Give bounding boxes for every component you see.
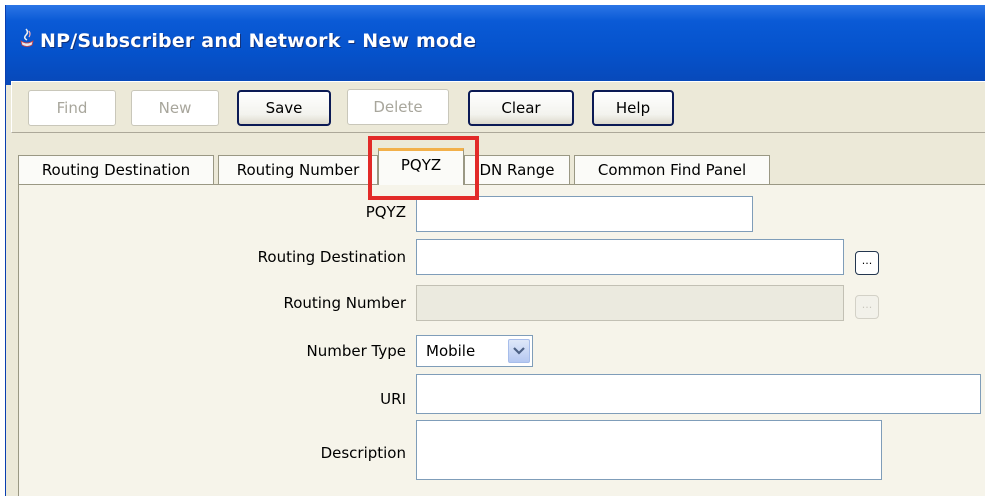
tab-dn-range[interactable]: DN Range	[464, 155, 570, 184]
routing-destination-label: Routing Destination	[257, 248, 406, 266]
uri-label: URI	[380, 390, 406, 408]
tab-routing-destination[interactable]: Routing Destination	[18, 155, 214, 184]
number-type-value: Mobile	[426, 342, 476, 360]
toolbar: Find New Save Delete Clear Help	[11, 81, 985, 133]
title-bar[interactable]: NP/Subscriber and Network - New mode	[6, 5, 985, 85]
clear-button[interactable]: Clear	[468, 90, 574, 126]
pqyz-tab-panel: PQYZ Routing Destination ... Routing Num…	[18, 184, 985, 496]
uri-input[interactable]	[416, 374, 981, 414]
routing-destination-browse-button[interactable]: ...	[855, 251, 879, 275]
number-type-select[interactable]: Mobile	[416, 335, 533, 367]
number-type-label: Number Type	[306, 342, 406, 360]
new-button[interactable]: New	[131, 90, 219, 126]
find-button[interactable]: Find	[28, 90, 116, 126]
save-button[interactable]: Save	[237, 90, 331, 126]
routing-number-browse-button[interactable]: ...	[855, 295, 879, 319]
chevron-down-glyph	[513, 347, 525, 355]
java-cup-icon	[20, 28, 34, 47]
chevron-down-icon[interactable]	[508, 339, 530, 363]
tab-common-find-panel[interactable]: Common Find Panel	[574, 155, 770, 184]
pqyz-label: PQYZ	[365, 203, 406, 221]
routing-number-label: Routing Number	[283, 294, 406, 312]
tab-routing-number[interactable]: Routing Number	[218, 155, 378, 184]
app-window: NP/Subscriber and Network - New mode Fin…	[5, 5, 985, 496]
window-title: NP/Subscriber and Network - New mode	[40, 30, 477, 52]
routing-destination-input[interactable]	[416, 239, 844, 275]
tab-bar: Routing Destination Routing Number PQYZ …	[6, 148, 985, 185]
description-label: Description	[320, 444, 406, 462]
help-button[interactable]: Help	[592, 90, 674, 126]
delete-button[interactable]: Delete	[347, 89, 449, 125]
description-textarea[interactable]	[416, 420, 882, 480]
pqyz-tab-highlight	[368, 136, 479, 200]
pqyz-input[interactable]	[416, 196, 753, 232]
routing-number-input[interactable]	[416, 285, 844, 321]
